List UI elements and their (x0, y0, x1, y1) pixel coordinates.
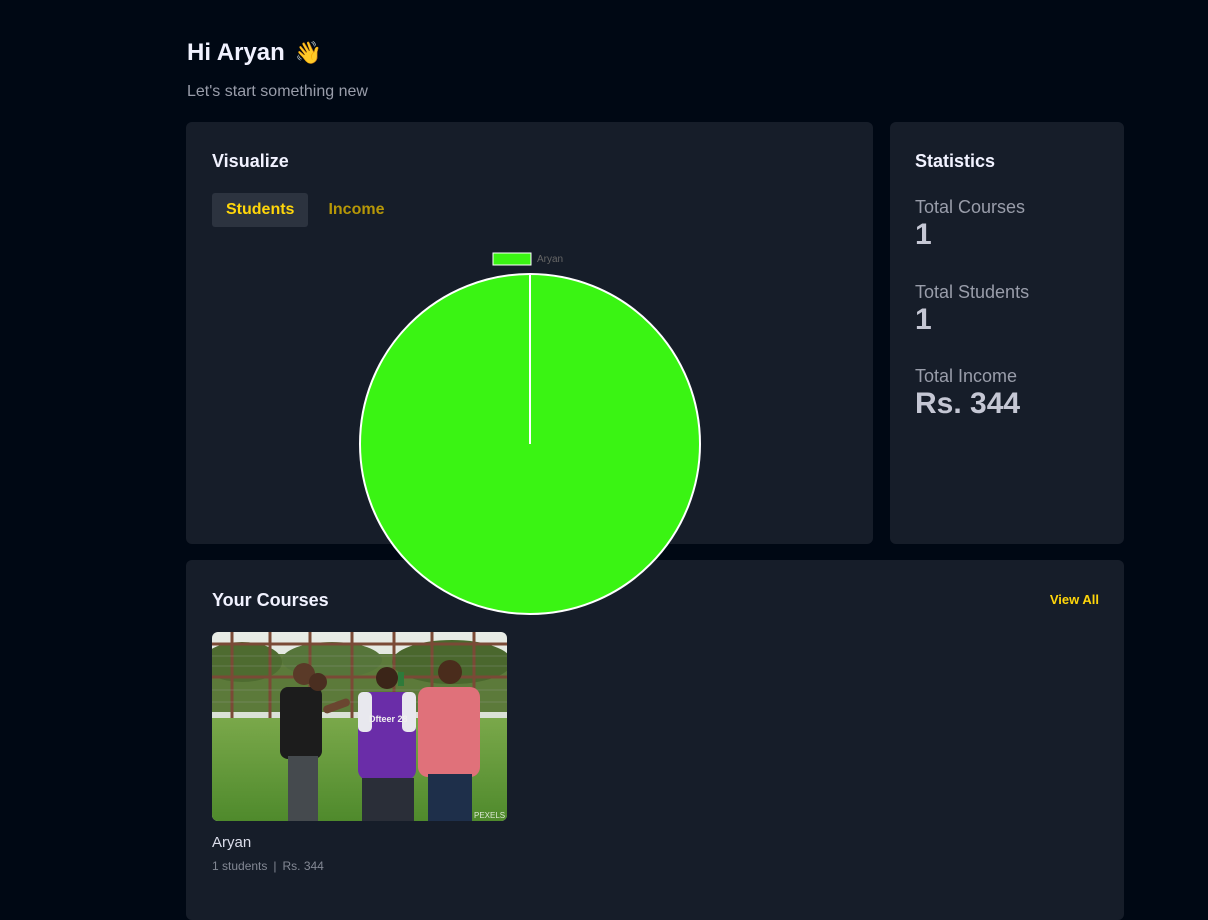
course-card[interactable]: Dfteer 28 PEXELS Aryan 1 students | Rs. … (212, 632, 507, 874)
visualize-tabs: Students Income (212, 193, 398, 227)
stat-total-students: Total Students 1 (915, 281, 1029, 337)
your-courses-title: Your Courses (212, 590, 329, 610)
your-courses-card: Your Courses View All Dfteer 28 PEXELS A… (186, 560, 1124, 920)
course-student-count: 1 students (212, 859, 268, 873)
stat-total-courses: Total Courses 1 (915, 196, 1025, 252)
stat-label: Total Courses (915, 197, 1026, 217)
svg-text:PEXELS: PEXELS (474, 811, 505, 820)
tab-income[interactable]: Income (314, 193, 398, 227)
greeting-subtitle: Let's start something new (187, 83, 368, 100)
course-thumbnail-image[interactable]: Dfteer 28 PEXELS (212, 632, 507, 821)
view-all-link[interactable]: View All (1050, 592, 1099, 608)
visualize-title: Visualize (212, 151, 289, 171)
stat-value: 1 (915, 303, 932, 336)
course-title: Aryan (212, 834, 252, 851)
greeting-heading: Hi Aryan 👋 (187, 38, 322, 68)
visualize-card: Visualize Students Income (186, 122, 873, 544)
course-price: Rs. 344 (282, 859, 324, 873)
waving-hand-icon: 👋 (294, 40, 323, 65)
stat-label: Total Students (915, 282, 1030, 302)
greeting-text: Hi Aryan (187, 39, 285, 66)
course-meta-separator: | (273, 859, 277, 873)
tab-students[interactable]: Students (212, 193, 309, 227)
statistics-card: Statistics Total Courses 1 Total Student… (890, 122, 1124, 544)
svg-text:Dfteer 28: Dfteer 28 (369, 714, 408, 724)
stat-label: Total Income (915, 366, 1018, 386)
stat-value: Rs. 344 (915, 387, 1021, 420)
course-meta: 1 students | Rs. 344 (212, 858, 507, 874)
stat-total-income: Total Income Rs. 344 (915, 365, 1020, 421)
statistics-title: Statistics (915, 151, 996, 171)
stat-value: 1 (915, 218, 932, 251)
